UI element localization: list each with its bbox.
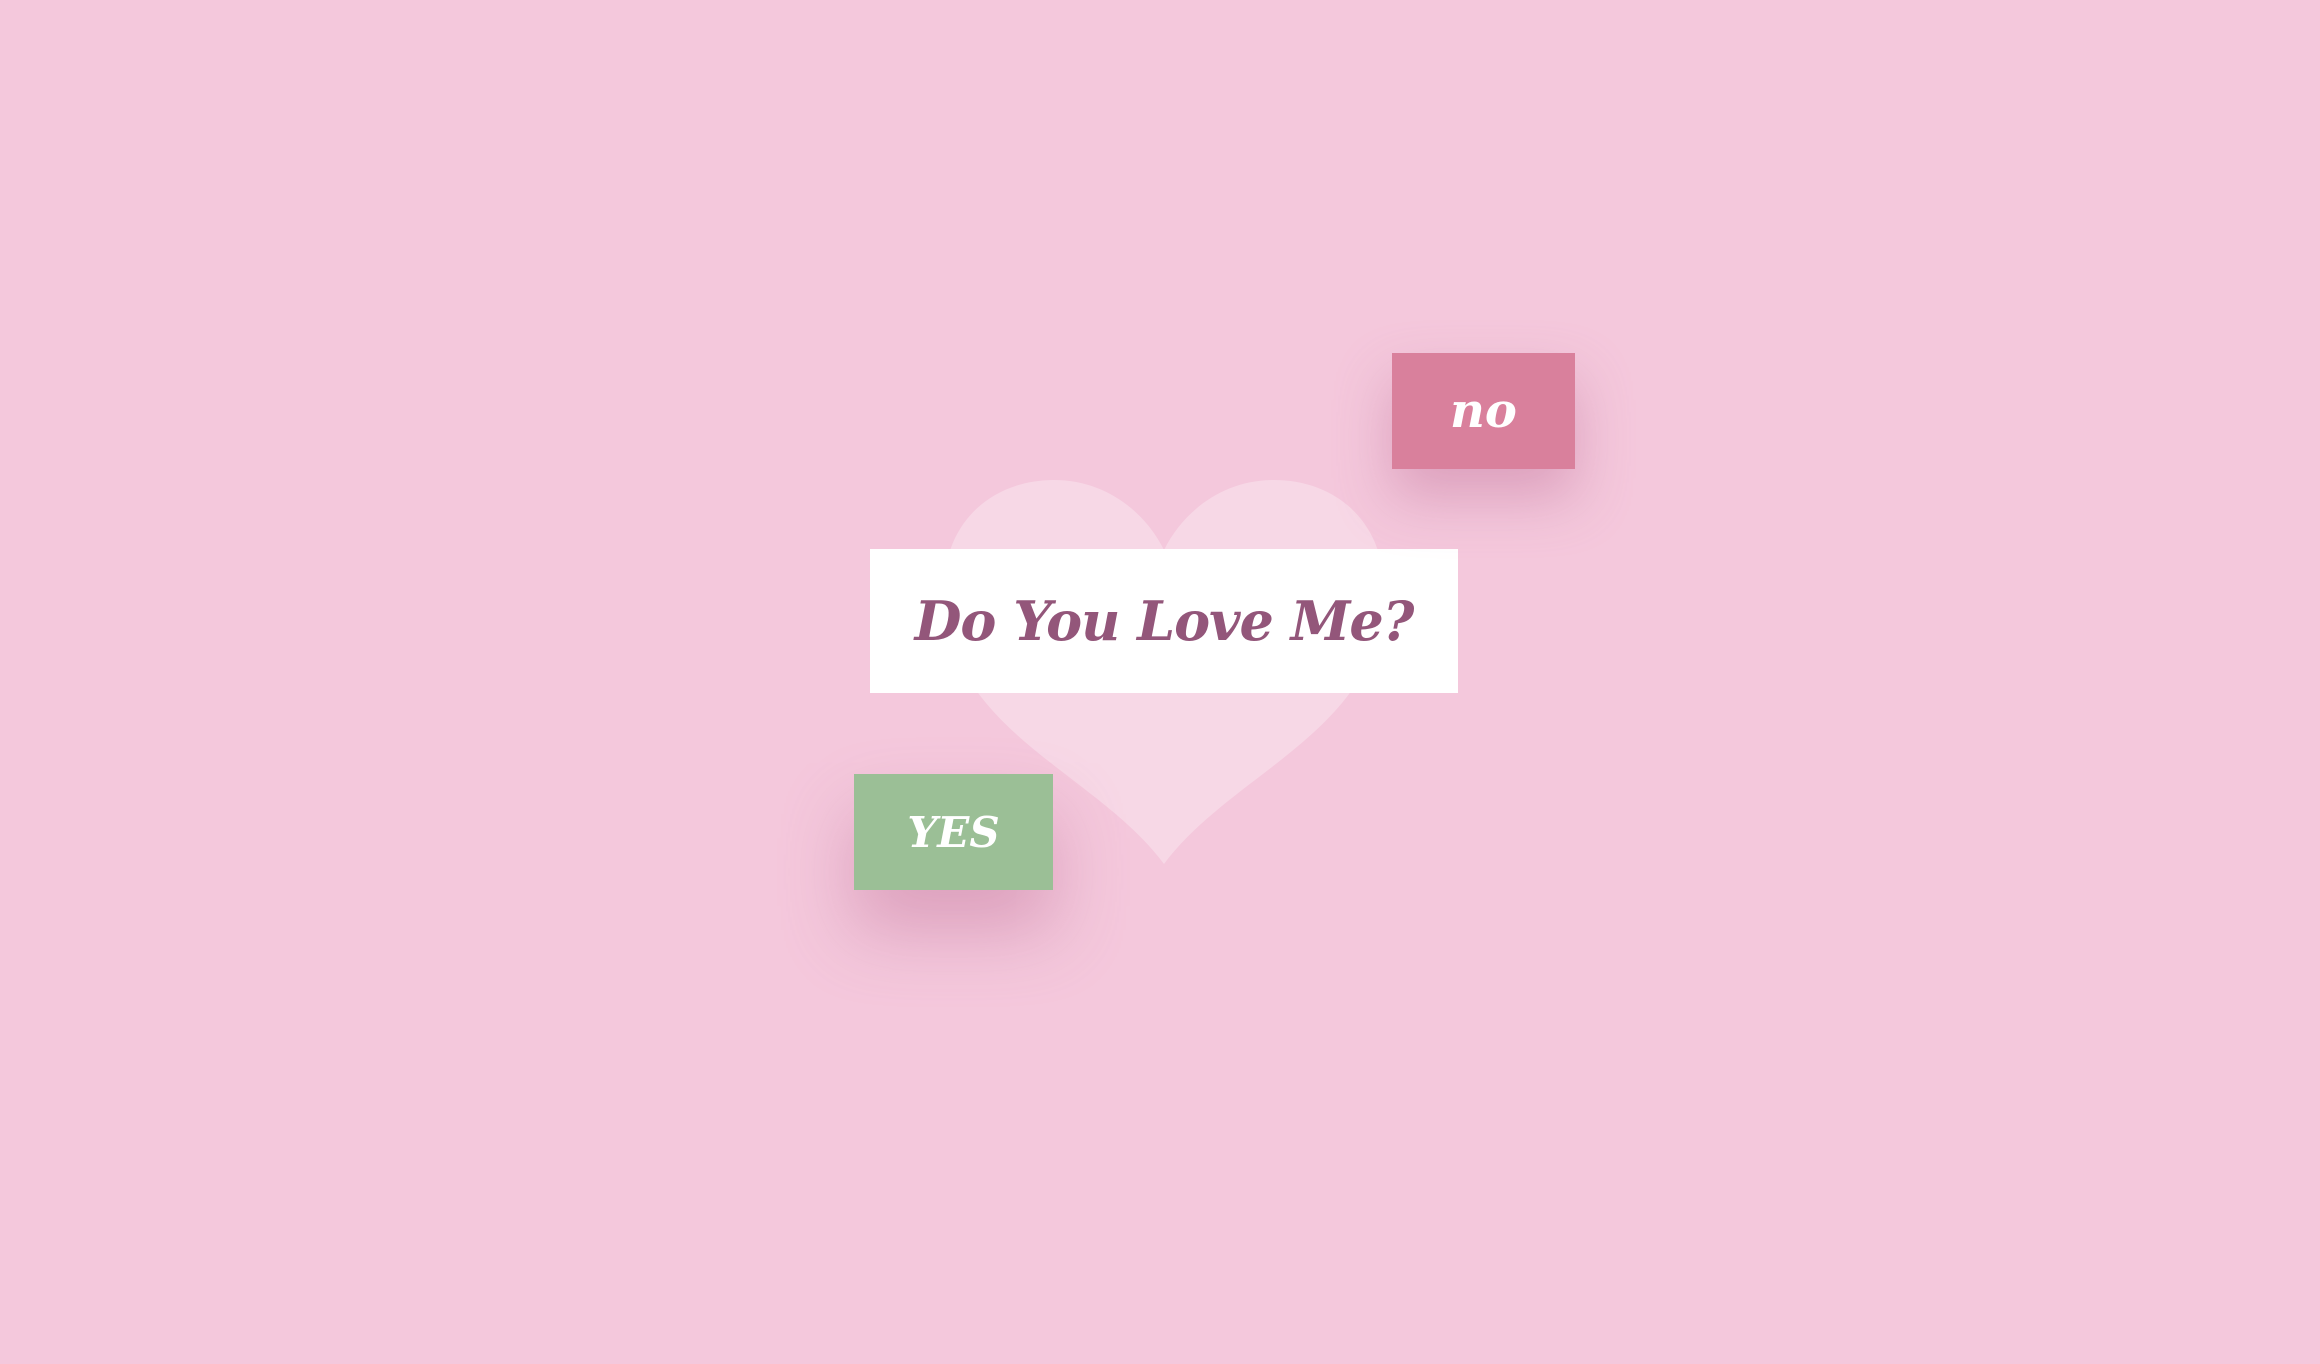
no-button[interactable]: no (1392, 353, 1575, 469)
question-card: Do You Love Me? (870, 549, 1458, 693)
question-text: Do You Love Me? (914, 589, 1415, 653)
yes-button[interactable]: YES (854, 774, 1053, 890)
page-stage: Do You Love Me? no YES (0, 0, 2320, 1364)
